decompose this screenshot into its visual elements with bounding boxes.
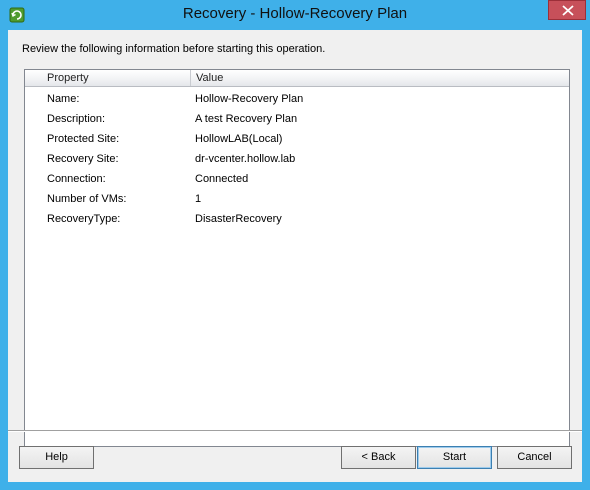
footer-divider: [8, 430, 582, 432]
summary-table[interactable]: Property Value Name: Hollow-Recovery Pla…: [24, 69, 570, 447]
table-row[interactable]: Number of VMs: 1: [25, 190, 569, 210]
start-button[interactable]: Start: [417, 446, 492, 469]
property-cell: Connection:: [47, 173, 106, 185]
column-header-value[interactable]: Value: [191, 70, 569, 86]
property-cell: Name:: [47, 93, 80, 105]
dialog-content: Review the following information before …: [8, 30, 582, 482]
back-button[interactable]: < Back: [341, 446, 416, 469]
table-row[interactable]: Description: A test Recovery Plan: [25, 110, 569, 130]
window-title: Recovery - Hollow-Recovery Plan: [182, 5, 408, 22]
property-cell: RecoveryType:: [47, 213, 121, 225]
table-row[interactable]: Protected Site: HollowLAB(Local): [25, 130, 569, 150]
dialog-window: Recovery - Hollow-Recovery Plan Review t…: [0, 0, 590, 490]
table-header: Property Value: [25, 70, 569, 87]
close-button[interactable]: [548, 0, 586, 20]
value-cell: dr-vcenter.hollow.lab: [195, 153, 296, 165]
value-cell: HollowLAB(Local): [195, 133, 283, 145]
title-bar[interactable]: Recovery - Hollow-Recovery Plan: [0, 0, 590, 30]
value-cell: DisasterRecovery: [195, 213, 282, 225]
table-body: Name: Hollow-Recovery Plan Description: …: [25, 90, 569, 230]
property-cell: Recovery Site:: [47, 153, 119, 165]
table-row[interactable]: RecoveryType: DisasterRecovery: [25, 210, 569, 230]
property-cell: Description:: [47, 113, 106, 125]
property-cell: Protected Site:: [47, 133, 120, 145]
value-cell: Hollow-Recovery Plan: [195, 93, 304, 105]
table-row[interactable]: Recovery Site: dr-vcenter.hollow.lab: [25, 150, 569, 170]
value-cell: Connected: [195, 173, 249, 185]
intro-text: Review the following information before …: [22, 43, 326, 55]
table-row[interactable]: Name: Hollow-Recovery Plan: [25, 90, 569, 110]
table-row[interactable]: Connection: Connected: [25, 170, 569, 190]
value-cell: A test Recovery Plan: [195, 113, 298, 125]
column-header-property[interactable]: Property: [25, 70, 191, 86]
help-button[interactable]: Help: [19, 446, 94, 469]
value-cell: 1: [195, 193, 202, 205]
cancel-button[interactable]: Cancel: [497, 446, 572, 469]
property-cell: Number of VMs:: [47, 193, 127, 205]
